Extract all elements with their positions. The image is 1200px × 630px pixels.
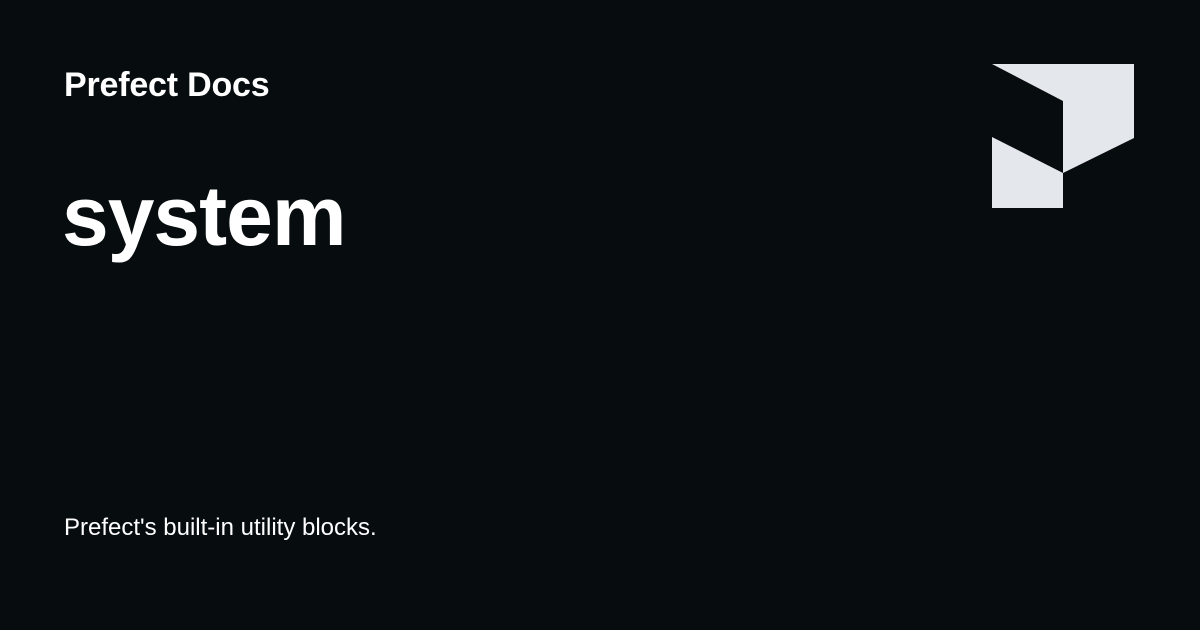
- prefect-logo-icon: [992, 64, 1134, 208]
- social-card: Prefect Docs system Prefect's built-in u…: [0, 0, 1200, 630]
- page-title: system: [62, 169, 347, 263]
- page-description: Prefect's built-in utility blocks.: [64, 514, 377, 541]
- site-name: Prefect Docs: [64, 66, 270, 104]
